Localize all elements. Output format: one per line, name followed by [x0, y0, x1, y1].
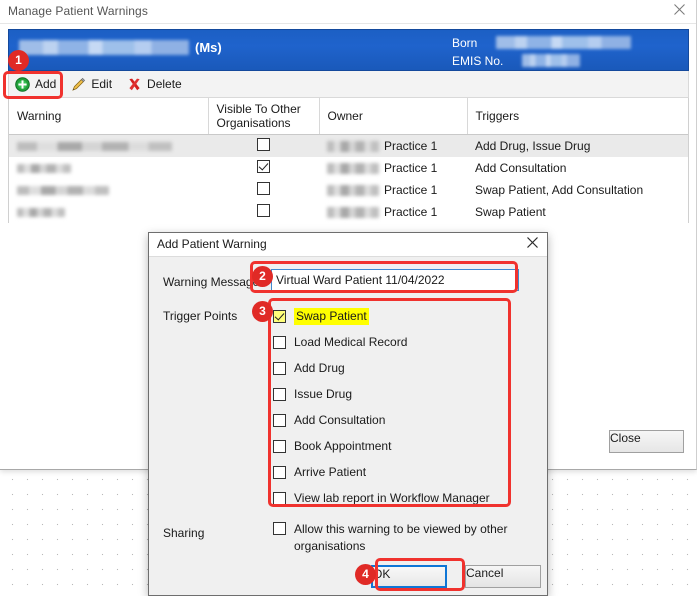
- trigger-checkbox[interactable]: [273, 465, 286, 479]
- close-icon[interactable]: [523, 235, 541, 253]
- add-patient-warning-dialog: Add Patient Warning Warning Message Trig…: [148, 232, 548, 596]
- cell-owner: Practice 1: [319, 157, 467, 179]
- add-button-label: Add: [35, 77, 57, 91]
- patient-title-suffix: (Ms): [195, 40, 222, 55]
- add-plus-icon: [15, 76, 30, 92]
- cell-triggers: Add Consultation: [475, 161, 567, 175]
- dialog-title: Add Patient Warning: [157, 237, 267, 251]
- trigger-checkbox[interactable]: [273, 335, 286, 349]
- emis-number-value-redacted: [522, 54, 580, 67]
- cell-visible[interactable]: [208, 157, 319, 179]
- trigger-checkbox[interactable]: [273, 387, 286, 401]
- delete-button-label: Delete: [147, 77, 182, 91]
- cell-visible[interactable]: [208, 179, 319, 201]
- cell-owner: Practice 1: [319, 179, 467, 201]
- patient-name-redacted: [19, 40, 189, 55]
- delete-button[interactable]: Delete: [121, 75, 191, 94]
- table-header-row: Warning Visible To Other Organisations O…: [9, 98, 688, 135]
- warnings-toolbar: Add Edit Delete: [8, 71, 689, 98]
- page-title: Manage Patient Warnings: [8, 4, 148, 18]
- trigger-checkbox[interactable]: [273, 309, 286, 323]
- table-row[interactable]: Practice 1 Swap Patient: [9, 201, 688, 223]
- warnings-grid: Warning Visible To Other Organisations O…: [8, 98, 689, 223]
- table-row[interactable]: Practice 1 Add Consultation: [9, 157, 688, 179]
- table-row[interactable]: Practice 1 Swap Patient, Add Consultatio…: [9, 179, 688, 201]
- trigger-label: Load Medical Record: [294, 334, 408, 349]
- close-button[interactable]: Close: [609, 430, 684, 453]
- trigger-checkbox[interactable]: [273, 413, 286, 427]
- born-label: Born: [452, 36, 478, 50]
- warnings-table: Warning Visible To Other Organisations O…: [9, 98, 688, 223]
- visible-checkbox[interactable]: [257, 182, 270, 195]
- red-x-icon: [127, 77, 142, 92]
- visible-checkbox[interactable]: [257, 160, 270, 173]
- patient-name-group: (Ms): [19, 40, 222, 55]
- trigger-checkbox[interactable]: [273, 361, 286, 375]
- warning-message-input[interactable]: [271, 269, 519, 291]
- trigger-label: Arrive Patient: [294, 464, 367, 479]
- column-header-triggers[interactable]: Triggers: [467, 98, 688, 135]
- owner-practice-label: Practice 1: [384, 183, 438, 197]
- cell-triggers: Swap Patient, Add Consultation: [475, 183, 644, 197]
- born-value-redacted: [496, 36, 631, 49]
- cell-warning: [9, 157, 208, 179]
- trigger-option-load-medical-record[interactable]: Load Medical Record: [273, 329, 519, 355]
- cell-owner: Practice 1: [319, 201, 467, 223]
- edit-button[interactable]: Edit: [65, 75, 121, 94]
- trigger-points-list: Swap Patient Load Medical Record Add Dru…: [273, 303, 519, 511]
- trigger-option-add-consultation[interactable]: Add Consultation: [273, 407, 519, 433]
- column-header-visible-to-other-organisations[interactable]: Visible To Other Organisations: [208, 98, 320, 135]
- add-button[interactable]: Add: [9, 75, 65, 94]
- trigger-checkbox[interactable]: [273, 439, 286, 453]
- dialog-title-bar: Add Patient Warning: [149, 233, 547, 257]
- table-row[interactable]: Practice 1 Add Drug, Issue Drug: [9, 134, 688, 157]
- cell-visible[interactable]: [208, 201, 319, 223]
- edit-button-label: Edit: [91, 77, 113, 91]
- close-icon[interactable]: [670, 2, 688, 20]
- column-header-warning[interactable]: Warning: [9, 98, 209, 135]
- cell-warning: [9, 201, 208, 223]
- emis-number-label: EMIS No.: [452, 54, 504, 68]
- sharing-checkbox-label: Allow this warning to be viewed by other…: [294, 522, 508, 553]
- trigger-option-swap-patient[interactable]: Swap Patient: [273, 303, 519, 329]
- sharing-label: Sharing: [163, 526, 205, 540]
- trigger-label: Add Consultation: [294, 412, 386, 427]
- trigger-label: Book Appointment: [294, 438, 392, 453]
- trigger-label: View lab report in Workflow Manager: [294, 490, 490, 505]
- pencil-icon: [71, 77, 86, 92]
- owner-practice-label: Practice 1: [384, 139, 438, 153]
- cell-warning: [9, 179, 208, 201]
- visible-checkbox[interactable]: [257, 138, 270, 151]
- trigger-option-book-appointment[interactable]: Book Appointment: [273, 433, 519, 459]
- sharing-checkbox[interactable]: [273, 522, 286, 535]
- warning-message-label: Warning Message: [163, 275, 260, 289]
- cell-owner: Practice 1: [319, 134, 467, 157]
- window-title-bar: Manage Patient Warnings: [0, 0, 696, 24]
- trigger-label: Swap Patient: [294, 307, 369, 325]
- ok-button[interactable]: OK: [371, 565, 447, 588]
- column-header-owner[interactable]: Owner: [319, 98, 468, 135]
- trigger-label: Issue Drug: [294, 386, 353, 401]
- owner-practice-label: Practice 1: [384, 161, 438, 175]
- trigger-points-label: Trigger Points: [163, 309, 238, 323]
- trigger-option-add-drug[interactable]: Add Drug: [273, 355, 519, 381]
- cell-triggers: Swap Patient: [475, 205, 546, 219]
- sharing-option[interactable]: Allow this warning to be viewed by other…: [273, 521, 531, 555]
- patient-banner: (Ms) Born EMIS No.: [8, 29, 689, 71]
- trigger-option-arrive-patient[interactable]: Arrive Patient: [273, 459, 519, 485]
- visible-checkbox[interactable]: [257, 204, 270, 217]
- trigger-label: Add Drug: [294, 360, 345, 375]
- cell-warning: [9, 134, 208, 157]
- trigger-checkbox[interactable]: [273, 491, 286, 505]
- trigger-option-view-lab-report[interactable]: View lab report in Workflow Manager: [273, 485, 519, 511]
- cell-visible[interactable]: [208, 134, 319, 157]
- cancel-button[interactable]: Cancel: [465, 565, 541, 588]
- cell-triggers: Add Drug, Issue Drug: [467, 134, 688, 157]
- owner-practice-label: Practice 1: [384, 205, 438, 219]
- trigger-option-issue-drug[interactable]: Issue Drug: [273, 381, 519, 407]
